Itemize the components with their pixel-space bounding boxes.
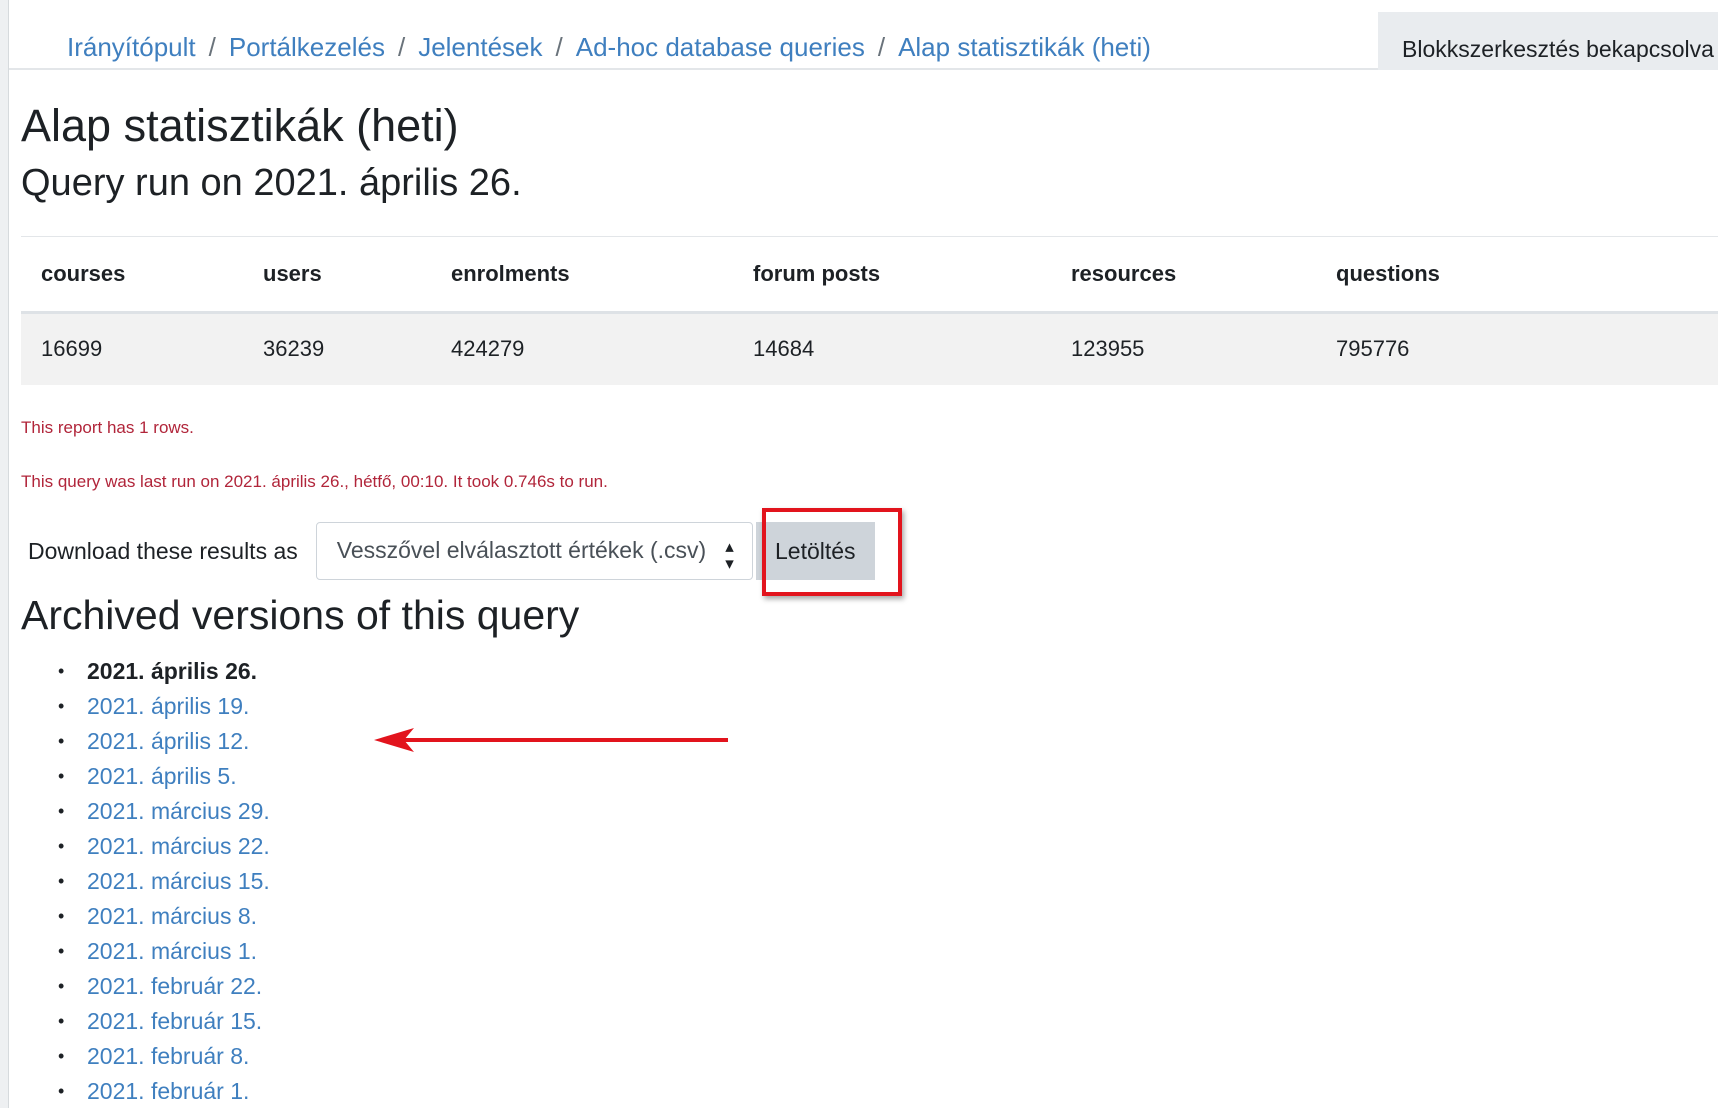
- bullet-icon: •: [58, 801, 65, 821]
- table-header-row: courses users enrolments forum posts res…: [21, 236, 1718, 314]
- breadcrumb-separator: /: [555, 32, 563, 62]
- breadcrumb: Irányítópult / Portálkezelés / Jelentése…: [67, 32, 1151, 63]
- current-version: 2021. április 26.: [87, 658, 258, 684]
- list-item: • 2021. február 22.: [58, 969, 270, 1004]
- page-edge-divider: [8, 0, 9, 1108]
- list-item: • 2021. április 26.: [58, 654, 270, 689]
- list-item: • 2021. február 1.: [58, 1074, 270, 1108]
- list-item: • 2021. április 12.: [58, 724, 270, 759]
- list-item: • 2021. február 15.: [58, 1004, 270, 1039]
- list-item: • 2021. április 5.: [58, 759, 270, 794]
- archived-version-link[interactable]: 2021. március 1.: [87, 938, 257, 965]
- download-label: Download these results as: [28, 537, 298, 564]
- list-item: • 2021. március 22.: [58, 829, 270, 864]
- breadcrumb-separator: /: [877, 32, 886, 62]
- bullet-icon: •: [58, 766, 65, 786]
- column-header-courses: courses: [21, 236, 243, 314]
- table-cell: 424279: [431, 312, 733, 385]
- breadcrumb-separator: /: [208, 32, 216, 62]
- table-cell: 123955: [1051, 312, 1316, 385]
- last-run-note: This query was last run on 2021. április…: [21, 472, 608, 491]
- query-run-heading: Query run on 2021. április 26.: [21, 162, 522, 204]
- archived-version-link[interactable]: 2021. március 29.: [87, 798, 270, 825]
- list-item: • 2021. március 1.: [58, 934, 270, 969]
- annotation-arrow-icon: [374, 728, 728, 752]
- column-header-questions: questions: [1316, 236, 1718, 314]
- breadcrumb-dashboard[interactable]: Irányítópult: [67, 32, 196, 63]
- results-table: courses users enrolments forum posts res…: [21, 236, 1718, 385]
- archived-version-link[interactable]: 2021. március 15.: [87, 868, 270, 895]
- breadcrumb-current-query[interactable]: Alap statisztikák (heti): [898, 32, 1151, 63]
- download-form: Download these results as Vesszővel elvá…: [21, 522, 875, 580]
- download-format-value: Vesszővel elválasztott értékek (.csv): [336, 537, 707, 563]
- archived-version-link[interactable]: 2021. április 19.: [87, 693, 249, 720]
- column-header-users: users: [243, 236, 431, 314]
- table-cell: 795776: [1316, 312, 1718, 385]
- column-header-enrolments: enrolments: [431, 236, 733, 314]
- list-item: • 2021. március 8.: [58, 899, 270, 934]
- bullet-icon: •: [58, 871, 65, 891]
- bullet-icon: •: [58, 1081, 65, 1101]
- archived-version-link[interactable]: 2021. április 12.: [87, 728, 249, 755]
- table-row: 16699 36239 424279 14684 123955 795776: [21, 312, 1718, 385]
- list-item: • 2021. március 15.: [58, 864, 270, 899]
- bullet-icon: •: [58, 661, 65, 681]
- archived-version-link[interactable]: 2021. február 15.: [87, 1008, 262, 1035]
- archived-version-link[interactable]: 2021. március 22.: [87, 833, 270, 860]
- column-header-forum-posts: forum posts: [733, 236, 1051, 314]
- archived-version-link[interactable]: 2021. március 8.: [87, 903, 257, 930]
- archived-version-link[interactable]: 2021. február 1.: [87, 1078, 249, 1105]
- block-editing-toggle-button[interactable]: Blokkszerkesztés bekapcsolva: [1378, 12, 1718, 70]
- bullet-icon: •: [58, 976, 65, 996]
- archived-version-link[interactable]: 2021. február 8.: [87, 1043, 249, 1070]
- row-count-note: This report has 1 rows.: [21, 418, 194, 437]
- column-header-resources: resources: [1051, 236, 1316, 314]
- bullet-icon: •: [58, 906, 65, 926]
- archived-version-link[interactable]: 2021. április 5.: [87, 763, 237, 790]
- archived-versions-list: • 2021. április 26. • 2021. április 19. • 2…: [58, 654, 270, 1108]
- table-cell: 16699: [21, 312, 243, 385]
- bullet-icon: •: [58, 941, 65, 961]
- breadcrumb-adhoc-queries[interactable]: Ad-hoc database queries: [576, 32, 865, 63]
- table-cell: 36239: [243, 312, 431, 385]
- bullet-icon: •: [58, 836, 65, 856]
- select-updown-icon: ▴ ▾: [725, 537, 734, 573]
- page-title: Alap statisztikák (heti): [21, 100, 459, 151]
- bullet-icon: •: [58, 696, 65, 716]
- archived-version-link[interactable]: 2021. február 22.: [87, 973, 262, 1000]
- bullet-icon: •: [58, 731, 65, 751]
- list-item: • 2021. április 19.: [58, 689, 270, 724]
- breadcrumb-site-admin[interactable]: Portálkezelés: [229, 32, 385, 63]
- bullet-icon: •: [58, 1011, 65, 1031]
- download-format-select[interactable]: Vesszővel elválasztott értékek (.csv) ▴ ▾: [315, 522, 753, 580]
- annotation-highlight-box: [762, 508, 902, 596]
- breadcrumb-separator: /: [397, 32, 406, 62]
- breadcrumb-reports[interactable]: Jelentések: [418, 32, 542, 63]
- list-item: • 2021. március 29.: [58, 794, 270, 829]
- table-cell: 14684: [733, 312, 1051, 385]
- bullet-icon: •: [58, 1046, 65, 1066]
- list-item: • 2021. február 8.: [58, 1039, 270, 1074]
- archive-heading: Archived versions of this query: [21, 592, 580, 638]
